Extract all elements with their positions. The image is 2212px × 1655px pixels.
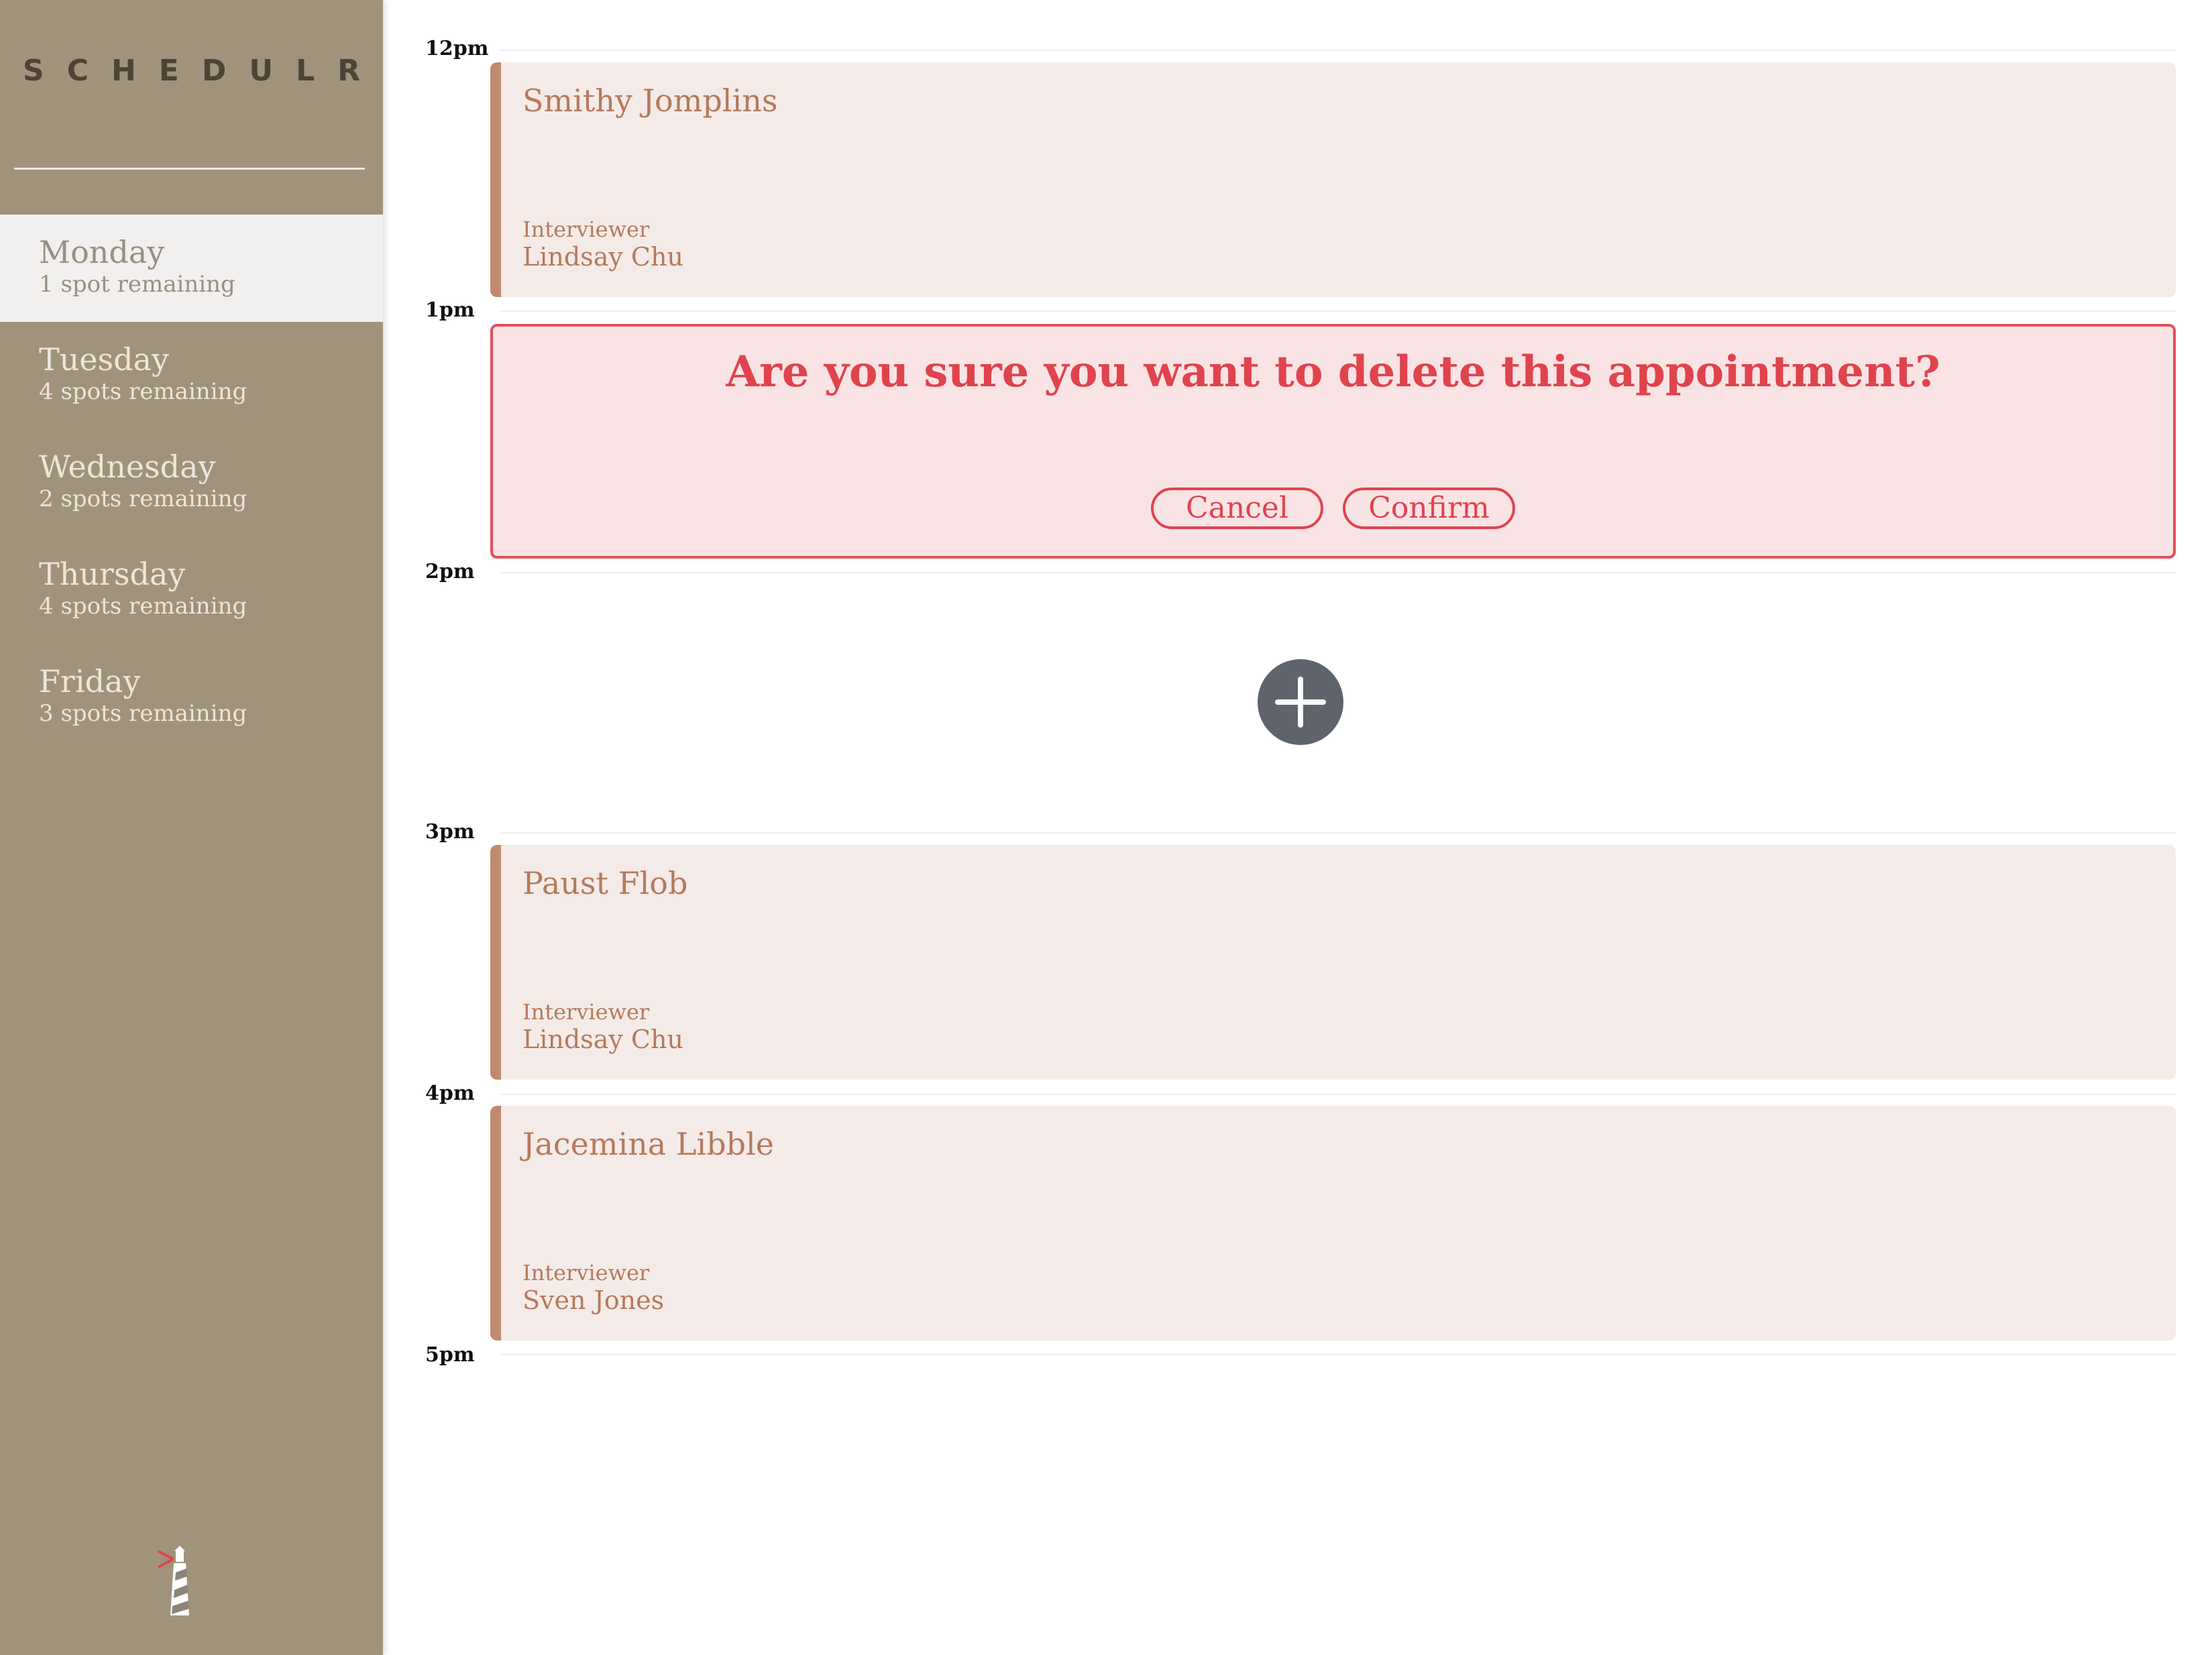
- hour-label: 1pm: [425, 298, 475, 322]
- interviewer-label: Interviewer: [522, 999, 650, 1025]
- delete-confirmation: Are you sure you want to delete this app…: [490, 324, 2176, 559]
- hour-label: 3pm: [425, 820, 475, 844]
- day-item-tuesday[interactable]: Tuesday 4 spots remaining: [0, 322, 383, 429]
- hour-line: [500, 1354, 2176, 1355]
- lighthouse-icon: [156, 1546, 203, 1619]
- hour-label: 5pm: [425, 1343, 475, 1367]
- day-name: Wednesday: [39, 449, 216, 485]
- day-name: Thursday: [39, 556, 186, 592]
- cancel-button[interactable]: Cancel: [1150, 488, 1323, 529]
- day-item-friday[interactable]: Friday 3 spots remaining: [0, 644, 383, 751]
- hour-line: [500, 832, 2176, 834]
- hour-line: [500, 50, 2176, 51]
- interviewer-label: Interviewer: [522, 1260, 650, 1286]
- day-item-monday[interactable]: Monday 1 spot remaining: [0, 215, 383, 322]
- appointment-card[interactable]: Smithy Jomplins Interviewer Lindsay Chu: [490, 62, 2176, 297]
- hour-label: 4pm: [425, 1082, 475, 1105]
- interviewer-name: Lindsay Chu: [522, 242, 683, 272]
- interviewer-label: Interviewer: [522, 217, 650, 242]
- student-name: Smithy Jomplins: [522, 82, 778, 119]
- sidebar: SCHEDULR Monday 1 spot remaining Tuesday…: [0, 0, 383, 1655]
- confirm-button[interactable]: Confirm: [1343, 488, 1516, 529]
- hour-line: [500, 1094, 2176, 1095]
- confirm-message: Are you sure you want to delete this app…: [726, 347, 1940, 397]
- hour-label: 2pm: [425, 560, 475, 583]
- day-spots-remaining: 1 spot remaining: [39, 271, 235, 298]
- schedule-panel: 12pm 1pm 2pm 3pm 4pm 5pm Smithy Jomplins…: [383, 0, 2212, 1655]
- day-name: Friday: [39, 663, 141, 699]
- day-name: Monday: [39, 234, 165, 270]
- add-appointment-button[interactable]: [1258, 659, 1343, 745]
- day-item-thursday[interactable]: Thursday 4 spots remaining: [0, 536, 383, 644]
- hour-line: [500, 572, 2176, 573]
- interviewer-name: Sven Jones: [522, 1286, 665, 1315]
- student-name: Jacemina Libble: [522, 1126, 774, 1162]
- student-name: Paust Flob: [522, 865, 688, 901]
- hour-label: 12pm: [425, 37, 489, 60]
- day-item-wednesday[interactable]: Wednesday 2 spots remaining: [0, 429, 383, 536]
- sidebar-divider: [14, 168, 365, 170]
- appointment-card[interactable]: Jacemina Libble Interviewer Sven Jones: [490, 1106, 2176, 1340]
- hour-line: [500, 310, 2176, 312]
- app-logo: SCHEDULR: [23, 54, 384, 88]
- day-spots-remaining: 2 spots remaining: [39, 486, 247, 512]
- day-name: Tuesday: [39, 341, 169, 378]
- day-spots-remaining: 3 spots remaining: [39, 700, 247, 727]
- interviewer-name: Lindsay Chu: [522, 1025, 683, 1054]
- day-spots-remaining: 4 spots remaining: [39, 593, 247, 620]
- confirm-actions: Cancel Confirm: [493, 488, 2173, 529]
- day-list: Monday 1 spot remaining Tuesday 4 spots …: [0, 215, 383, 751]
- plus-icon: [1275, 677, 1326, 728]
- appointment-card[interactable]: Paust Flob Interviewer Lindsay Chu: [490, 845, 2176, 1080]
- day-spots-remaining: 4 spots remaining: [39, 378, 247, 405]
